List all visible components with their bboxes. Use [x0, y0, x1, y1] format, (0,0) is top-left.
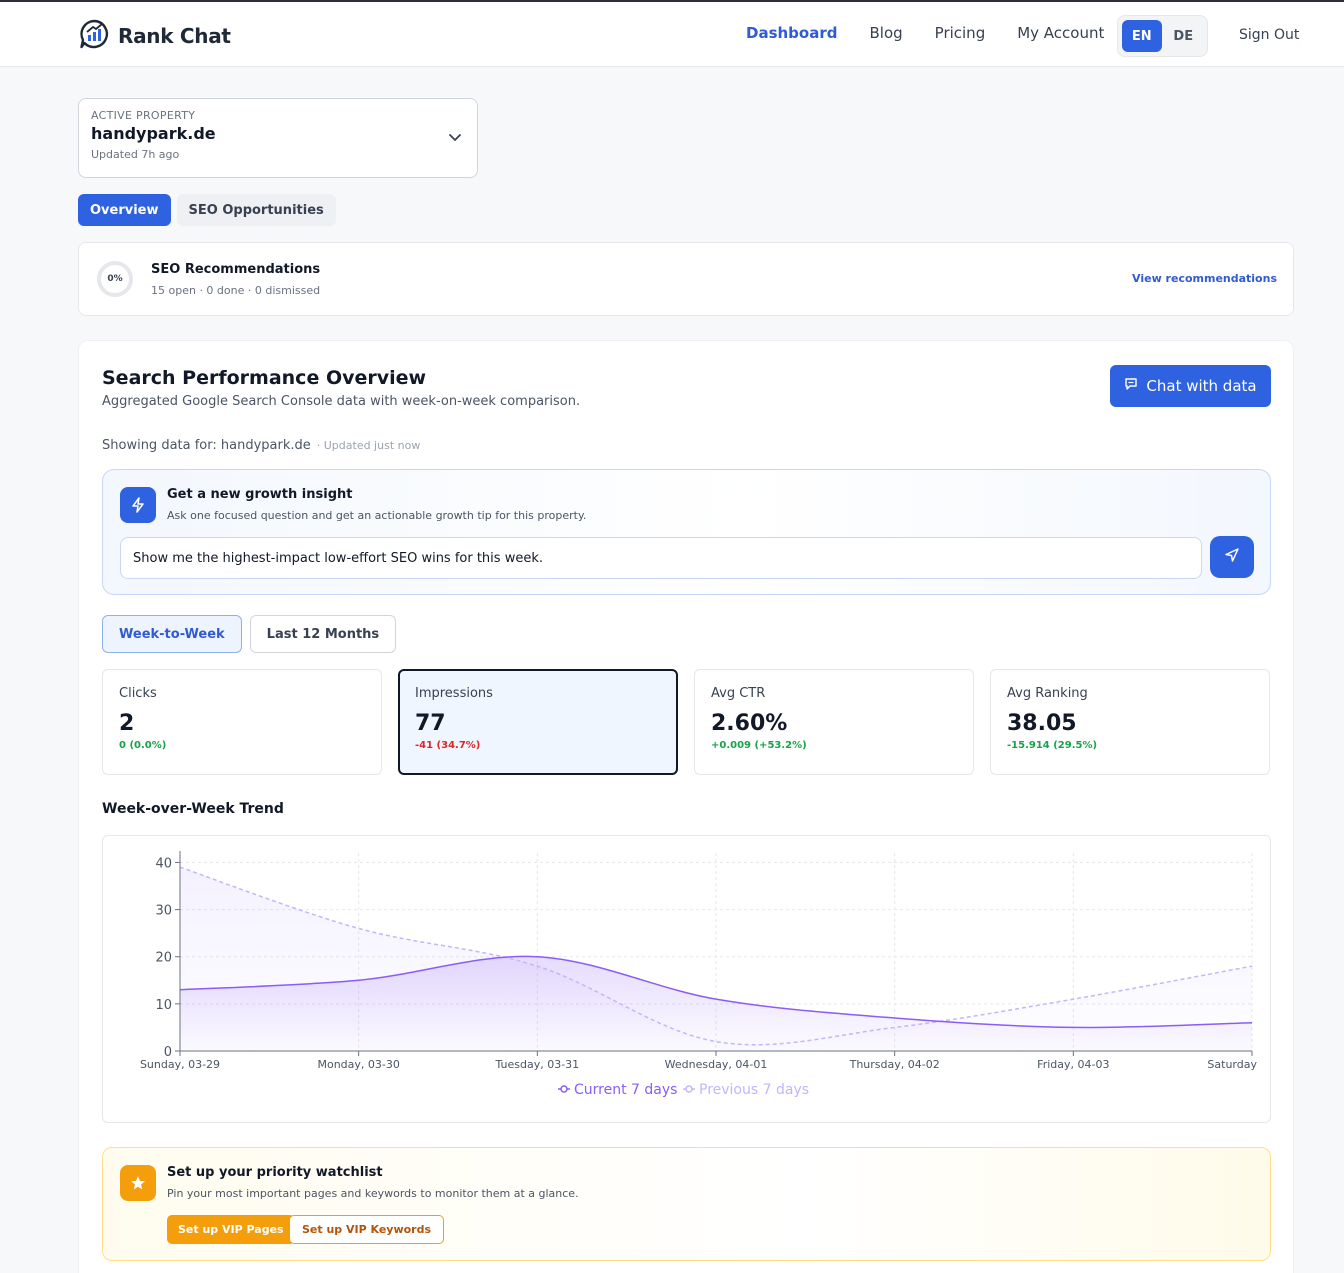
page-tabs: Overview SEO Opportunities [78, 194, 336, 226]
metric-label: Avg CTR [711, 686, 766, 701]
x-tick-label: Monday, 03-30 [317, 1058, 399, 1071]
legend-previous-marker-dot [685, 1085, 693, 1093]
metric-card-avg-ctr[interactable]: Avg CTR 2.60% +0.009 (+53.2%) [694, 669, 974, 775]
language-switcher: EN DE [1117, 15, 1208, 57]
x-tick-label: Saturday [1207, 1058, 1257, 1071]
nav-dashboard[interactable]: Dashboard [746, 24, 837, 42]
lang-de-button[interactable]: DE [1164, 20, 1204, 52]
legend-current-label: Current 7 days [574, 1082, 677, 1098]
x-tick-label: Thursday, 04-02 [849, 1058, 940, 1071]
property-name: handypark.de [91, 124, 216, 143]
watchlist-title: Set up your priority watchlist [167, 1165, 383, 1180]
metric-value: 38.05 [1007, 711, 1077, 736]
tab-seo-opportunities[interactable]: SEO Opportunities [176, 194, 336, 226]
page-title: Search Performance Overview [102, 367, 427, 389]
growth-insight-card: Get a new growth insight Ask one focused… [102, 469, 1271, 595]
range-last-12-months[interactable]: Last 12 Months [249, 615, 397, 653]
updated-label: · Updated just now [316, 439, 421, 452]
y-tick-label: 10 [155, 998, 172, 1013]
showing-data-for: Showing data for: handypark.de · Updated … [102, 438, 420, 453]
x-tick-label: Friday, 04-03 [1037, 1058, 1109, 1071]
chat-bubble-icon [1124, 377, 1138, 395]
x-tick-label: Tuesday, 03-31 [494, 1058, 579, 1071]
view-recommendations-link[interactable]: View recommendations [1132, 272, 1277, 285]
star-icon [120, 1165, 156, 1201]
metric-delta: -41 (34.7%) [415, 740, 481, 751]
metric-card-avg-ranking[interactable]: Avg Ranking 38.05 -15.914 (29.5%) [990, 669, 1270, 775]
priority-watchlist-card: Set up your priority watchlist Pin your … [102, 1147, 1271, 1261]
send-icon [1223, 546, 1241, 568]
setup-vip-pages-button[interactable]: Set up VIP Pages [167, 1215, 295, 1244]
metric-value: 77 [415, 711, 446, 736]
insight-question-input[interactable] [120, 537, 1202, 579]
chat-with-data-label: Chat with data [1146, 377, 1257, 395]
y-tick-label: 40 [155, 856, 172, 871]
lightning-icon [120, 487, 156, 523]
metric-delta: +0.009 (+53.2%) [711, 740, 807, 751]
page-subtitle: Aggregated Google Search Console data wi… [102, 394, 581, 409]
brand[interactable]: Rank Chat [78, 18, 231, 54]
x-tick-label: Sunday, 03-29 [140, 1058, 220, 1071]
nav-pricing[interactable]: Pricing [935, 24, 986, 42]
metric-value: 2.60% [711, 711, 788, 736]
metric-delta: -15.914 (29.5%) [1007, 740, 1098, 751]
main-nav: Dashboard Blog Pricing My Account [746, 24, 1136, 42]
y-tick-label: 30 [155, 904, 172, 919]
setup-vip-keywords-button[interactable]: Set up VIP Keywords [289, 1215, 445, 1244]
y-tick-label: 20 [155, 951, 172, 966]
trend-chart-svg: 010203040Sunday, 03-29 Monday, 03-30 Tuesd… [140, 851, 1257, 1098]
range-toggle: Week-to-Week Last 12 Months [102, 615, 397, 653]
legend-current-marker-dot [560, 1085, 568, 1093]
property-selector[interactable]: ACTIVE PROPERTY handypark.de Updated 7h … [78, 98, 478, 178]
metric-label: Avg Ranking [1007, 686, 1088, 701]
insight-title: Get a new growth insight [167, 487, 353, 502]
metric-card-impressions[interactable]: Impressions 77 -41 (34.7%) [398, 669, 678, 775]
metric-label: Clicks [119, 686, 157, 701]
property-caption: ACTIVE PROPERTY [91, 109, 196, 122]
metric-label: Impressions [415, 686, 493, 701]
brand-name: Rank Chat [118, 24, 231, 48]
recommendations-summary: 15 open · 0 done · 0 dismissed [151, 284, 321, 297]
chat-with-data-button[interactable]: Chat with data [1110, 365, 1271, 407]
progress-ring: 0% [97, 261, 133, 297]
metric-delta: 0 (0.0%) [119, 740, 167, 751]
recommendations-title: SEO Recommendations [151, 262, 321, 277]
chevron-down-icon [447, 129, 463, 149]
showing-label: Showing data for: handypark.de [102, 438, 311, 453]
logo-chat-chart-icon [78, 18, 110, 54]
metric-value: 2 [119, 711, 135, 736]
search-performance-panel: Search Performance Overview Aggregated G… [78, 340, 1294, 1273]
watchlist-subtitle: Pin your most important pages and keywor… [167, 1187, 579, 1200]
range-week-to-week[interactable]: Week-to-Week [102, 615, 242, 653]
metric-card-clicks[interactable]: Clicks 2 0 (0.0%) [102, 669, 382, 775]
sign-out-link[interactable]: Sign Out [1239, 27, 1299, 43]
top-navigation-bar: Rank Chat Dashboard Blog Pricing My Acco… [0, 0, 1344, 67]
nav-my-account[interactable]: My Account [1017, 24, 1104, 42]
metric-cards: Clicks 2 0 (0.0%) Impressions 77 -41 (34… [102, 669, 1270, 775]
tab-overview[interactable]: Overview [78, 194, 171, 226]
nav-blog[interactable]: Blog [869, 24, 902, 42]
send-button[interactable] [1210, 536, 1254, 578]
property-updated: Updated 7h ago [91, 148, 180, 161]
insight-subtitle: Ask one focused question and get an acti… [167, 509, 587, 522]
trend-title: Week-over-Week Trend [102, 801, 284, 817]
legend-previous-label: Previous 7 days [699, 1082, 809, 1098]
trend-chart: 0 10 20 30 40 Sunday, 03-29 Monday, 03-30 Tuesd… [102, 835, 1271, 1123]
lang-en-button[interactable]: EN [1122, 20, 1162, 52]
x-tick-label: Wednesday, 04-01 [665, 1058, 768, 1071]
seo-recommendations-card: 0% SEO Recommendations 15 open · 0 done … [78, 242, 1294, 316]
